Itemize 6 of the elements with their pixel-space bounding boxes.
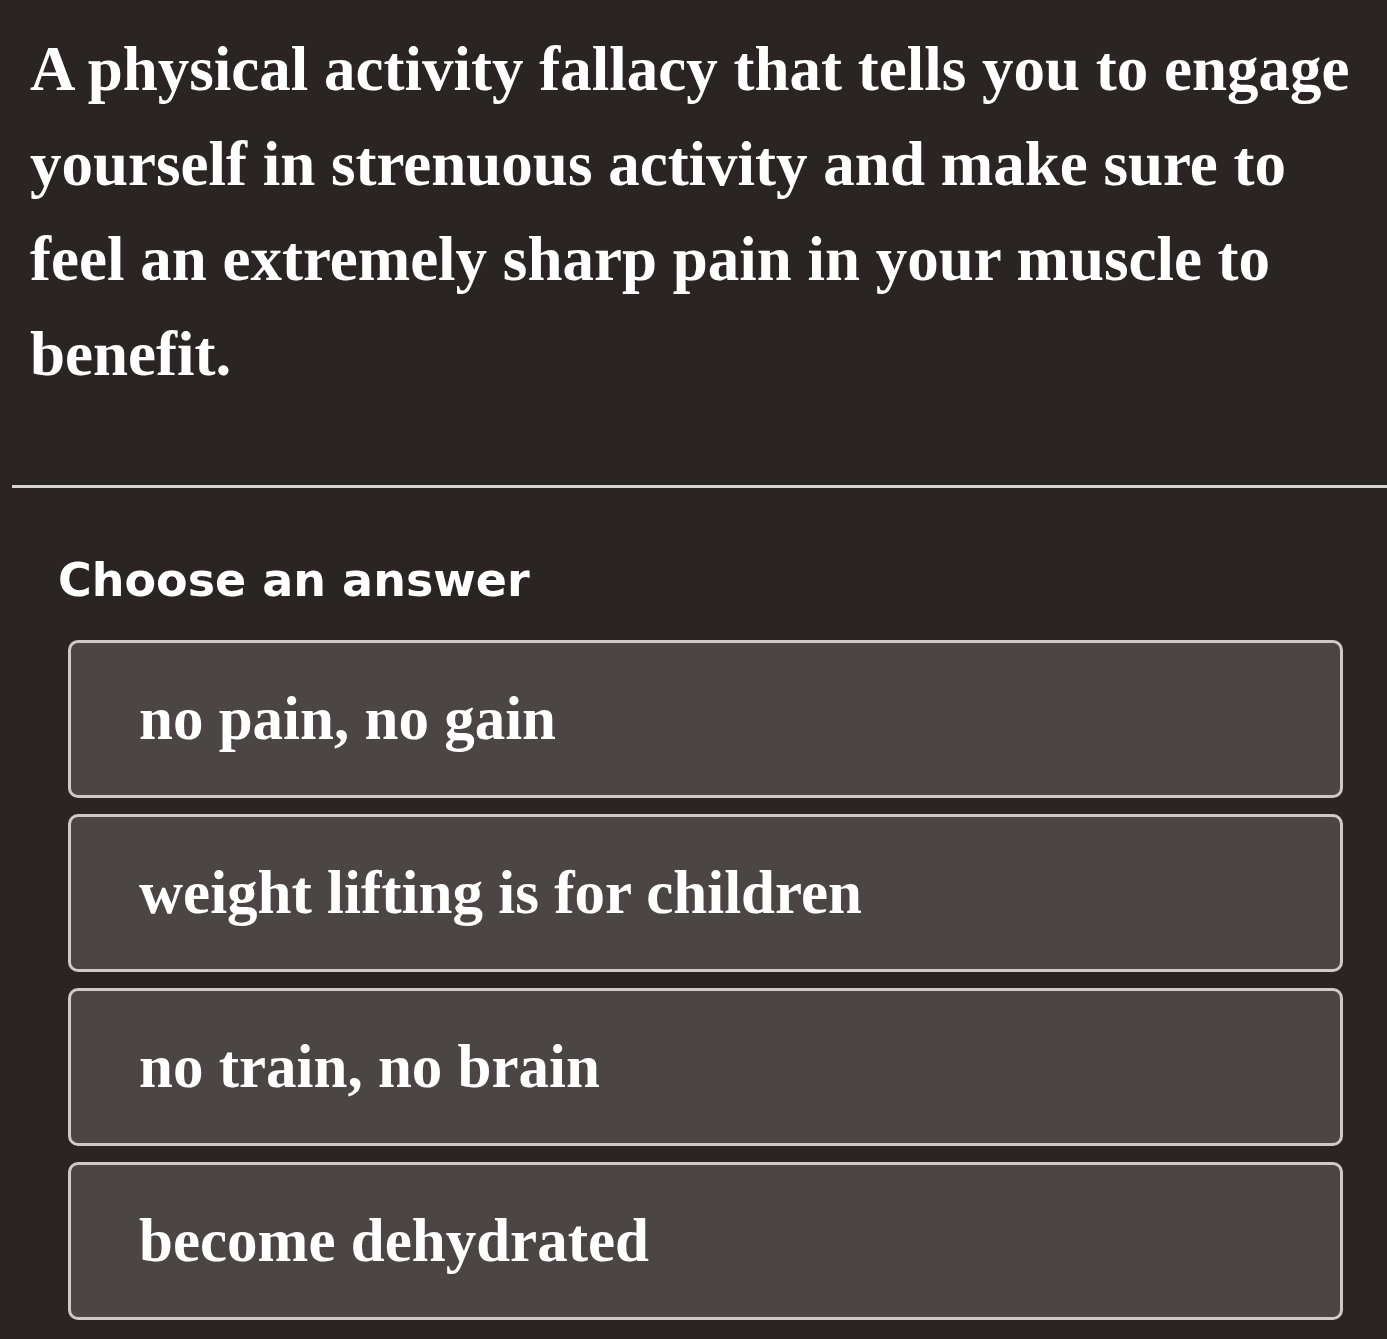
answer-option[interactable]: no train, no brain (68, 988, 1343, 1146)
question-text: A physical activity fallacy that tells you to engage yourself in strenuous activity and make sure to feel an extremely sharp pain in your muscle to benefit. (30, 33, 1351, 391)
answer-prompt: Choose an answer (58, 552, 531, 608)
answer-option[interactable]: become dehydrated (68, 1162, 1343, 1320)
answer-option[interactable]: no pain, no gain (68, 640, 1343, 798)
answer-option[interactable]: weight lifting is for children (68, 814, 1343, 972)
